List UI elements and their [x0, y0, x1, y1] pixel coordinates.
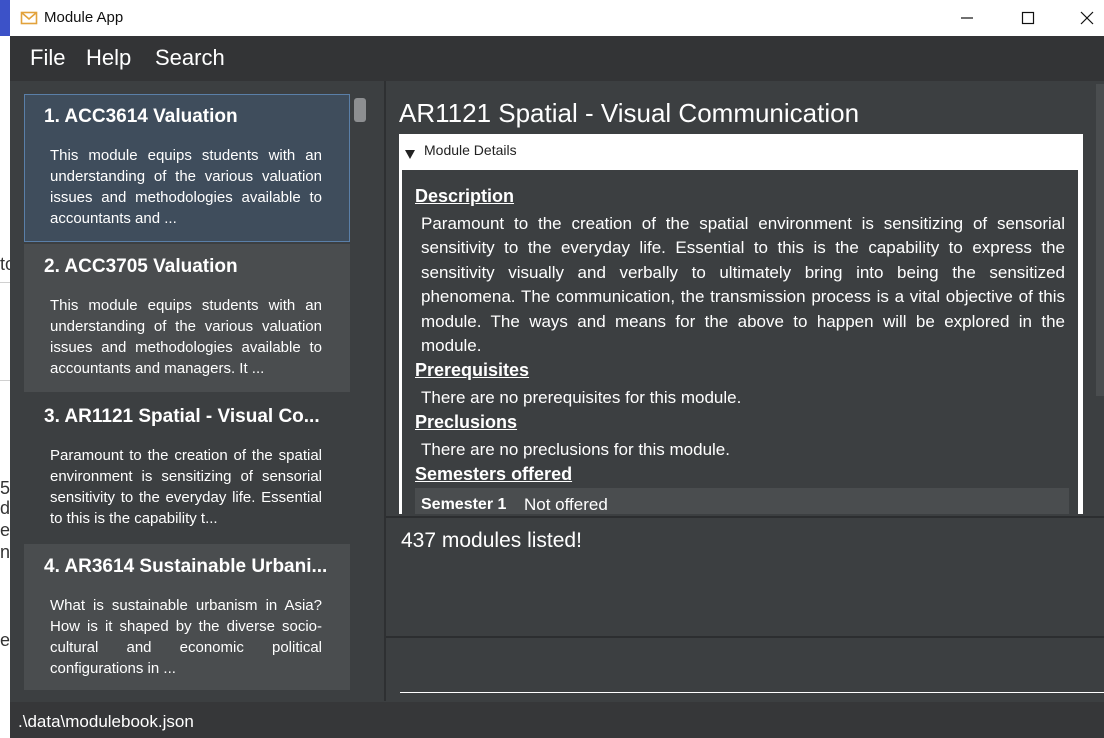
background-divider — [0, 282, 10, 283]
module-details-content: Description Paramount to the creation of… — [402, 170, 1078, 514]
result-display: 437 modules listed! — [386, 516, 1104, 638]
prerequisites-text: There are no prerequisites for this modu… — [421, 388, 742, 407]
minimize-icon — [961, 17, 973, 19]
background-text: 5 — [0, 478, 11, 498]
background-divider — [0, 380, 10, 381]
menu-file[interactable]: File — [30, 45, 65, 71]
preclusions-text: There are no preclusions for this module… — [421, 440, 730, 459]
module-list-scrollbar[interactable] — [352, 94, 366, 690]
command-input-underline — [400, 692, 1104, 693]
menu-search[interactable]: Search — [155, 45, 225, 71]
module-details-toggle[interactable]: Module Details — [399, 134, 1083, 168]
description-heading: Description — [415, 186, 515, 206]
maximize-icon — [1021, 11, 1035, 25]
result-message: 437 modules listed! — [401, 529, 582, 552]
semester-name: Semester 1 — [421, 496, 507, 513]
background-text: d — [0, 498, 11, 518]
maximize-button[interactable] — [1005, 0, 1051, 36]
module-description: What is sustainable urbanism in Asia? Ho… — [50, 597, 322, 677]
semester-status: Not offered — [524, 495, 608, 514]
module-title: 4. AR3614 Sustainable Urbani... — [44, 556, 328, 577]
envelope-icon — [20, 9, 38, 27]
module-title: 2. ACC3705 Valuation — [44, 256, 238, 277]
module-details-label: Module Details — [424, 142, 517, 158]
preclusions-heading: Preclusions — [415, 412, 518, 432]
module-list-item[interactable]: 2. ACC3705 Valuation This module equips … — [24, 244, 350, 392]
module-description: This module equips students with an unde… — [50, 297, 322, 377]
status-bar: .\data\modulebook.json — [10, 702, 1104, 738]
window-title: Module App — [44, 9, 124, 26]
module-title: 1. ACC3614 Valuation — [44, 106, 238, 127]
background-window-bar — [0, 0, 10, 36]
module-description: This module equips students with an unde… — [50, 147, 322, 227]
description-text: Paramount to the creation of the spatial… — [421, 214, 1065, 356]
module-description: Paramount to the creation of the spatial… — [50, 447, 322, 527]
detail-scrollbar[interactable] — [1096, 84, 1104, 396]
background-desktop — [0, 0, 10, 738]
minimize-button[interactable] — [944, 0, 990, 36]
title-bar: Module App — [10, 0, 1104, 36]
save-location: .\data\modulebook.json — [18, 712, 194, 731]
module-detail-title: AR1121 Spatial - Visual Communication — [399, 98, 860, 128]
app-window: Module App File Help Search 1. ACC3614 V… — [10, 0, 1104, 738]
module-list-item[interactable]: 1. ACC3614 Valuation This module equips … — [24, 94, 350, 242]
module-list[interactable]: 1. ACC3614 Valuation This module equips … — [24, 94, 352, 690]
semester-row: Semester 1 Not offered — [415, 488, 1069, 514]
close-button[interactable] — [1064, 0, 1104, 36]
menu-help[interactable]: Help — [86, 45, 131, 71]
menu-bar: File Help Search — [10, 36, 1104, 81]
prerequisites-heading: Prerequisites — [415, 360, 530, 380]
close-icon — [1080, 11, 1094, 25]
module-details-pane: Module Details Description Paramount to … — [399, 134, 1083, 514]
background-text: e — [0, 520, 11, 540]
module-list-item[interactable]: 4. AR3614 Sustainable Urbani... What is … — [24, 544, 350, 690]
triangle-down-icon — [405, 146, 415, 164]
command-box[interactable] — [386, 640, 1104, 702]
scrollbar-thumb[interactable] — [354, 98, 366, 122]
module-title: 3. AR1121 Spatial - Visual Co... — [44, 406, 320, 427]
semesters-heading: Semesters offered — [415, 464, 573, 484]
module-list-item[interactable]: 3. AR1121 Spatial - Visual Co... Paramou… — [24, 394, 350, 542]
